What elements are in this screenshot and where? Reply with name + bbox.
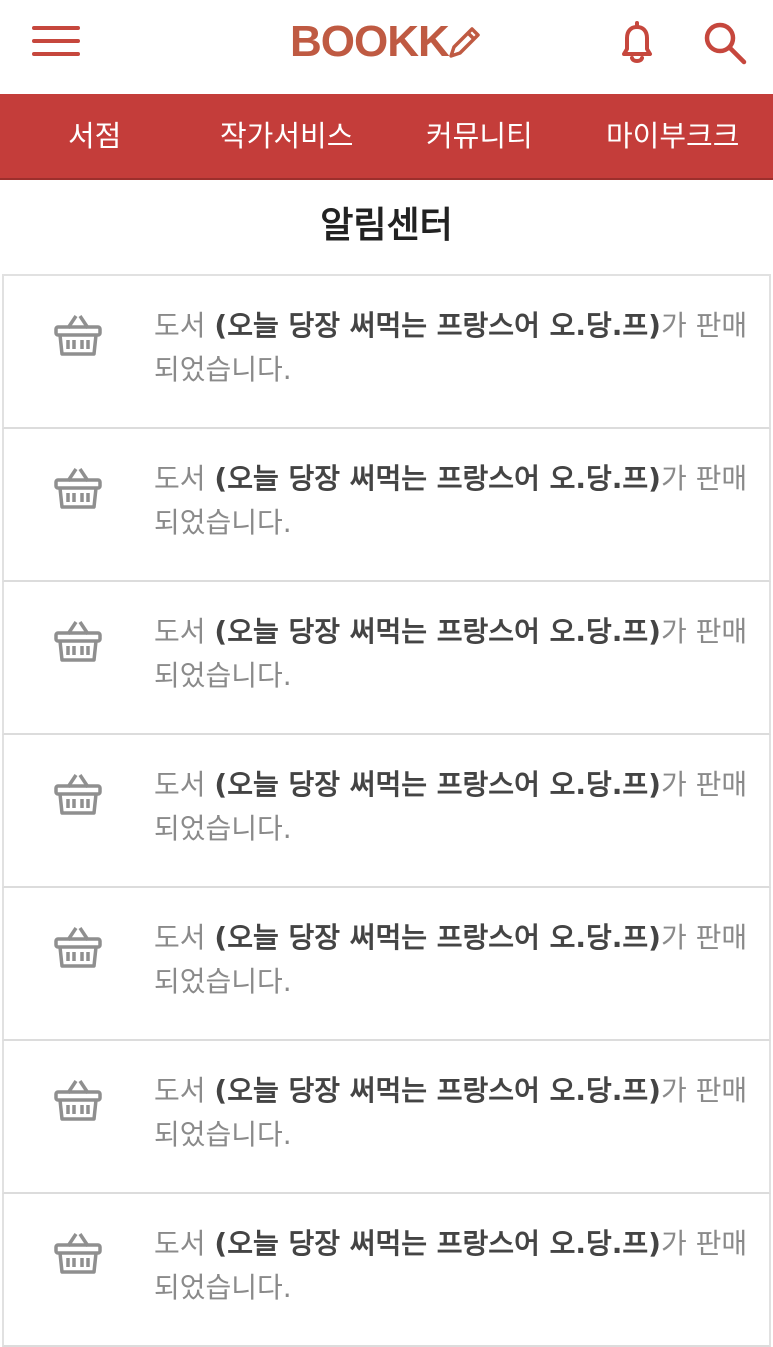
basket-icon [54, 1233, 102, 1274]
nav-item-store[interactable]: 서점 [68, 94, 121, 178]
main-nav: 서점 작가서비스 커뮤니티 마이부크크 [0, 94, 773, 180]
nav-item-my-bookk[interactable]: 마이부크크 [606, 94, 739, 178]
notification-item[interactable]: 도서 (오늘 당장 써먹는 프랑스어 오.당.프)가 판매되었습니다. [2, 888, 771, 1041]
nav-item-community[interactable]: 커뮤니티 [426, 94, 533, 178]
search-icon[interactable] [700, 18, 750, 66]
basket-icon [54, 621, 102, 662]
notification-item[interactable]: 도서 (오늘 당장 써먹는 프랑스어 오.당.프)가 판매되었습니다. [2, 1041, 771, 1194]
nav-item-author-services[interactable]: 작가서비스 [220, 94, 353, 178]
basket-icon [54, 774, 102, 815]
notification-item[interactable]: 도서 (오늘 당장 써먹는 프랑스어 오.당.프)가 판매되었습니다. [2, 1194, 771, 1347]
notification-text: 도서 (오늘 당장 써먹는 프랑스어 오.당.프)가 판매되었습니다. [154, 768, 748, 845]
basket-icon [54, 315, 102, 356]
menu-icon[interactable] [32, 26, 80, 58]
page-title: 알림센터 [320, 205, 453, 246]
notification-text: 도서 (오늘 당장 써먹는 프랑스어 오.당.프)가 판매되었습니다. [154, 462, 748, 539]
notification-item[interactable]: 도서 (오늘 당장 써먹는 프랑스어 오.당.프)가 판매되었습니다. [2, 429, 771, 582]
notification-text: 도서 (오늘 당장 써먹는 프랑스어 오.당.프)가 판매되었습니다. [154, 1227, 748, 1304]
pencil-icon [449, 27, 480, 58]
notification-list: 도서 (오늘 당장 써먹는 프랑스어 오.당.프)가 판매되었습니다. 도서 (… [2, 274, 771, 1347]
bell-icon[interactable] [612, 18, 662, 66]
notification-item[interactable]: 도서 (오늘 당장 써먹는 프랑스어 오.당.프)가 판매되었습니다. [2, 582, 771, 735]
logo-text: BOOKK [290, 17, 450, 66]
logo[interactable]: BOOKK [290, 18, 485, 66]
notification-item[interactable]: 도서 (오늘 당장 써먹는 프랑스어 오.당.프)가 판매되었습니다. [2, 735, 771, 888]
notification-text: 도서 (오늘 당장 써먹는 프랑스어 오.당.프)가 판매되었습니다. [154, 921, 748, 998]
basket-icon [54, 468, 102, 509]
notification-text: 도서 (오늘 당장 써먹는 프랑스어 오.당.프)가 판매되었습니다. [154, 309, 748, 386]
notification-text: 도서 (오늘 당장 써먹는 프랑스어 오.당.프)가 판매되었습니다. [154, 1074, 748, 1151]
app-header: BOOKK [0, 0, 773, 94]
notification-text: 도서 (오늘 당장 써먹는 프랑스어 오.당.프)가 판매되었습니다. [154, 615, 748, 692]
basket-icon [54, 1080, 102, 1121]
notification-item[interactable]: 도서 (오늘 당장 써먹는 프랑스어 오.당.프)가 판매되었습니다. [2, 276, 771, 429]
basket-icon [54, 927, 102, 968]
